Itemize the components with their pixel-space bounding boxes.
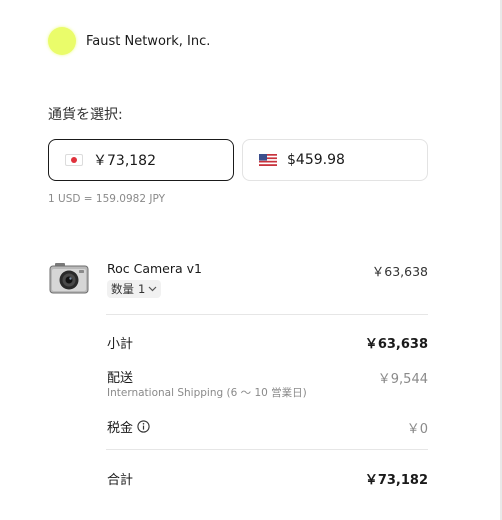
subtotal-label: 小計: [107, 337, 134, 352]
quantity-value: 1: [138, 282, 146, 296]
currency-amount-jpy: ￥73,182: [93, 153, 156, 169]
shipping-detail: International Shipping (6 〜 10 営業日): [107, 387, 307, 399]
merchant-header: Faust Network, Inc.: [48, 27, 210, 55]
divider: [106, 314, 428, 315]
chevron-down-icon: [148, 286, 157, 292]
exchange-rate: 1 USD = 159.0982 JPY: [48, 193, 165, 205]
divider: [106, 449, 428, 450]
quantity-label: 数量: [111, 282, 134, 296]
tax-label: 税金: [107, 421, 134, 436]
japan-flag-icon: [65, 154, 83, 166]
currency-option-jpy[interactable]: ￥73,182: [48, 139, 234, 181]
merchant-logo: [48, 27, 76, 55]
quantity-selector[interactable]: 数量 1: [107, 280, 162, 298]
tax-value: ￥0: [406, 422, 428, 437]
info-icon[interactable]: [137, 420, 150, 433]
subtotal-value: ￥63,638: [364, 337, 428, 352]
currency-select-label: 通貨を選択:: [48, 107, 123, 123]
us-flag-icon: [259, 154, 277, 166]
total-label: 合計: [107, 473, 134, 488]
currency-amount-usd: $459.98: [287, 152, 345, 168]
tax-row: 税金: [107, 417, 150, 436]
total-value: ￥73,182: [364, 473, 428, 488]
merchant-name: Faust Network, Inc.: [86, 33, 211, 49]
product-name: Roc Camera v1: [107, 261, 202, 276]
shipping-label: 配送: [107, 371, 134, 386]
currency-option-usd[interactable]: $459.98: [242, 139, 428, 181]
shipping-value: ￥9,544: [377, 372, 428, 387]
camera-icon: [49, 263, 89, 294]
product-price: ￥63,638: [371, 264, 428, 279]
